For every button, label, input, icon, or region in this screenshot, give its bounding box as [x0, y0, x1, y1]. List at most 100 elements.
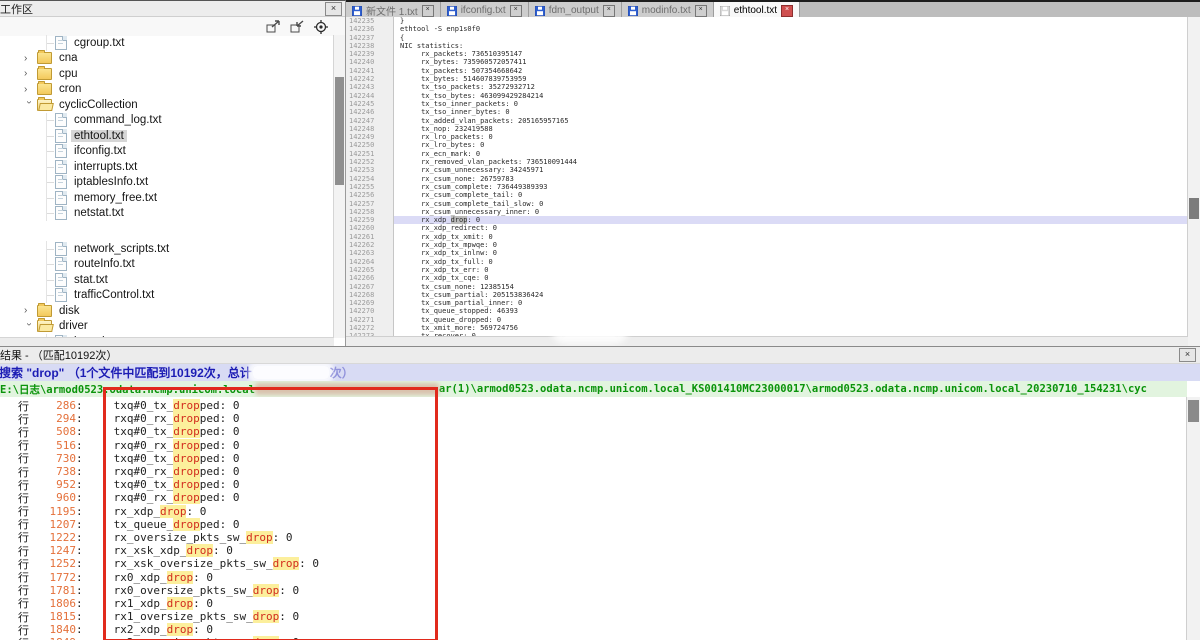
close-icon[interactable]: × — [325, 2, 342, 16]
tree-item-stat-txt[interactable]: stat.txt — [0, 272, 334, 288]
match-highlight: drop — [173, 465, 200, 478]
match-highlight: drop — [173, 491, 200, 504]
tree-item-ifconfig-txt[interactable]: ifconfig.txt — [0, 144, 334, 160]
search-result-row[interactable]: 行1207:tx_queue_dropped: 0 — [0, 518, 1187, 531]
search-result-row[interactable]: 行1222:rx_oversize_pkts_sw_drop: 0 — [0, 531, 1187, 544]
tab-close-icon[interactable]: × — [603, 5, 615, 17]
search-result-row[interactable]: 行1806:rx1_xdp_drop: 0 — [0, 597, 1187, 610]
tree-item-netstat-txt[interactable]: netstat.txt — [0, 206, 334, 222]
gutter-line-number: 142237 — [346, 34, 393, 42]
search-result-row[interactable]: 行1195:rx_xdp_drop: 0 — [0, 505, 1187, 518]
search-result-row[interactable]: 行1252:rx_xsk_oversize_pkts_sw_drop: 0 — [0, 557, 1187, 570]
tree-item-label: ifconfig.txt — [71, 145, 129, 157]
tree-item-cna[interactable]: ›cna — [0, 51, 334, 67]
file-path-prefix: E:\日志\armod0523.odata.ncmp.unicom.local — [0, 382, 255, 397]
file-icon — [55, 36, 67, 50]
tab-close-icon[interactable]: × — [695, 5, 707, 17]
tree-item-label: stat.txt — [71, 274, 111, 286]
tree-item-driver[interactable]: ›driver — [0, 319, 334, 335]
editor-horizontal-scrollbar[interactable] — [346, 336, 1188, 346]
search-result-row[interactable]: 行508:txq#0_tx_dropped: 0 — [0, 425, 1187, 438]
results-vertical-scrollbar[interactable] — [1186, 397, 1200, 640]
code-line: rx_csum_unnecessary: 34245971 — [394, 166, 1188, 174]
scrollbar-thumb[interactable] — [1189, 198, 1199, 219]
row-colon: : — [76, 610, 83, 623]
search-result-row[interactable]: 行1781:rx0_oversize_pkts_sw_drop: 0 — [0, 584, 1187, 597]
search-result-row[interactable]: 行1849:rx2_oversize_pkts_sw_drop: 0 — [0, 636, 1187, 640]
tree-item-label: cron — [56, 83, 84, 95]
tree-item-network-scripts-txt[interactable]: network_scripts.txt — [0, 241, 334, 257]
file-icon — [55, 242, 67, 256]
code-line: tx_added_vlan_packets: 205165957165 — [394, 117, 1188, 125]
tree-item-cgroup-txt[interactable]: cgroup.txt — [0, 35, 334, 51]
search-result-row[interactable]: 行738:rxq#0_rx_dropped: 0 — [0, 465, 1187, 478]
tree-item-memory-free-txt[interactable]: memory_free.txt — [0, 190, 334, 206]
search-result-row[interactable]: 行286:txq#0_tx_dropped: 0 — [0, 399, 1187, 412]
row-line-number: 1195 — [29, 505, 76, 518]
gutter-line-number: 142245 — [346, 100, 393, 108]
gutter-line-number: 142271 — [346, 316, 393, 324]
locate-file-icon[interactable] — [314, 20, 329, 33]
search-result-row[interactable]: 行730:txq#0_tx_dropped: 0 — [0, 452, 1187, 465]
tree-vertical-scrollbar[interactable] — [333, 35, 345, 338]
search-result-row[interactable]: 行516:rxq#0_rx_dropped: 0 — [0, 439, 1187, 452]
tab-close-icon[interactable]: × — [781, 5, 793, 17]
file-icon — [55, 257, 67, 271]
chevron-collapsed-icon[interactable]: › — [24, 67, 34, 80]
gutter-line-number: 142259 — [346, 216, 393, 224]
results-file-path[interactable]: E:\日志\armod0523.odata.ncmp.unicom.local … — [0, 381, 1187, 397]
tree-item-label: cgroup.txt — [71, 37, 128, 49]
match-highlight: drop — [173, 439, 200, 452]
scrollbar-thumb[interactable] — [335, 77, 344, 185]
chevron-collapsed-icon[interactable]: › — [24, 52, 34, 65]
gutter-line-number: 142269 — [346, 299, 393, 307]
search-result-row[interactable]: 行952:txq#0_tx_dropped: 0 — [0, 478, 1187, 491]
collapse-all-icon[interactable] — [290, 20, 305, 33]
tab-close-icon[interactable]: × — [510, 5, 522, 17]
tree-item-interrupts-txt[interactable]: interrupts.txt — [0, 159, 334, 175]
search-result-row[interactable]: 行1247:rx_xsk_xdp_drop: 0 — [0, 544, 1187, 557]
row-line-number: 516 — [29, 439, 76, 452]
search-result-row[interactable]: 行960:rxq#0_rx_dropped: 0 — [0, 491, 1187, 504]
workspace-file-tree: cgroup.txt›cna›cpu›cron›cyclicCollection… — [0, 35, 334, 338]
tree-item-iptablesinfo-txt[interactable]: iptablesInfo.txt — [0, 175, 334, 191]
editor-vertical-scrollbar[interactable] — [1187, 17, 1200, 346]
match-highlight: drop — [167, 597, 194, 610]
search-result-row[interactable]: 行294:rxq#0_rx_dropped: 0 — [0, 412, 1187, 425]
row-line-number: 960 — [29, 491, 76, 504]
scrollbar-thumb[interactable] — [1188, 400, 1199, 422]
search-result-row[interactable]: 行1840:rx2_xdp_drop: 0 — [0, 623, 1187, 636]
match-highlight: drop — [173, 452, 200, 465]
tree-item-disk[interactable]: ›disk — [0, 303, 334, 319]
chevron-expanded-icon[interactable]: › — [23, 322, 36, 332]
match-highlight: drop — [273, 557, 300, 570]
search-result-row[interactable]: 行1815:rx1_oversize_pkts_sw_drop: 0 — [0, 610, 1187, 623]
tree-item-cycliccollection[interactable]: ›cyclicCollection — [0, 97, 334, 113]
code-line: rx_csum_complete_tail: 0 — [394, 191, 1188, 199]
tree-item-routeinfo-txt[interactable]: routeInfo.txt — [0, 257, 334, 273]
file-path-suffix: ar(1)\armod0523.odata.ncmp.unicom.local_… — [439, 383, 1147, 395]
tree-item-cpu[interactable]: ›cpu — [0, 66, 334, 82]
row-colon: : — [76, 452, 83, 465]
search-result-row[interactable]: 行1772:rx0_xdp_drop: 0 — [0, 570, 1187, 583]
tree-item-label: trafficControl.txt — [71, 289, 157, 301]
gutter-line-number: 142265 — [346, 266, 393, 274]
tree-item-trafficcontrol-txt[interactable]: trafficControl.txt — [0, 288, 334, 304]
row-colon: : — [76, 425, 83, 438]
gutter-line-number: 142238 — [346, 42, 393, 50]
expand-all-icon[interactable] — [266, 20, 281, 33]
close-icon[interactable]: × — [1179, 348, 1196, 362]
chevron-collapsed-icon[interactable]: › — [24, 304, 34, 317]
gutter-line-number: 142241 — [346, 67, 393, 75]
editor-body[interactable]: 1422351422361422371422381422391422401422… — [346, 17, 1188, 337]
chevron-expanded-icon[interactable]: › — [23, 101, 36, 111]
tree-item-cron[interactable]: › cron — [0, 82, 334, 98]
gutter-line-number: 142256 — [346, 191, 393, 199]
tree-item-ethtool-txt[interactable]: ethtool.txt — [0, 128, 334, 144]
tree-item-label: memory_free.txt — [71, 192, 160, 204]
row-colon: : — [76, 505, 83, 518]
chevron-collapsed-icon[interactable]: › — [24, 83, 34, 96]
editor-code-area[interactable]: }ethtool -S enp1s0f0{NIC statistics: rx_… — [394, 17, 1188, 337]
tab-close-icon[interactable]: × — [422, 5, 434, 17]
tree-item-command-log-txt[interactable]: command_log.txt — [0, 113, 334, 129]
